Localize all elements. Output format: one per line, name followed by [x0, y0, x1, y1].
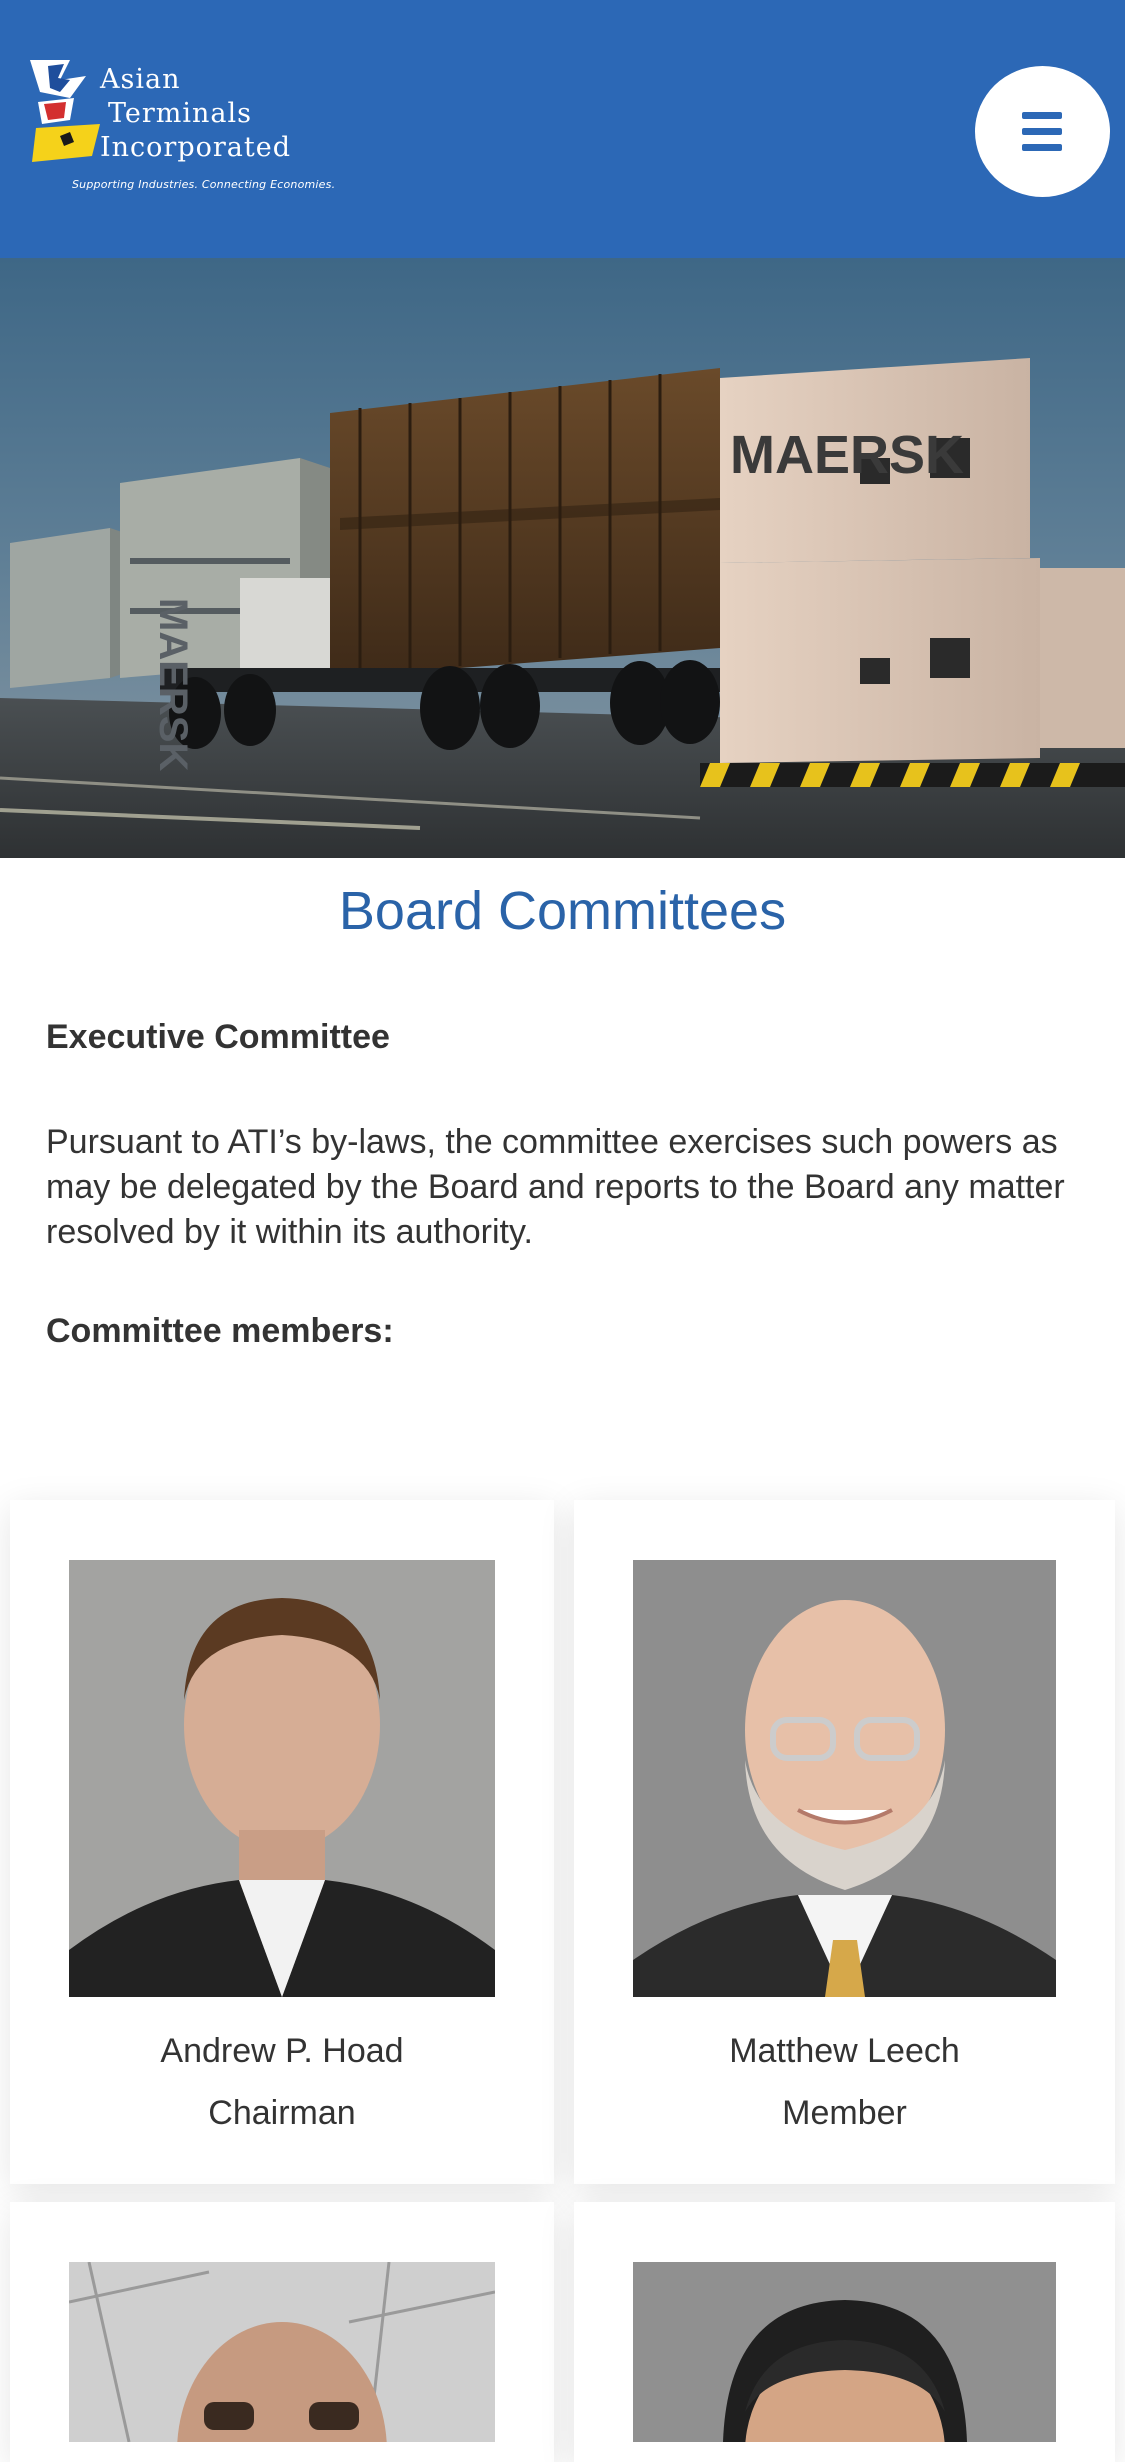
hero-container-text: MAERSK: [730, 425, 964, 485]
member-card: [10, 2202, 554, 2462]
hamburger-menu-icon: [1022, 112, 1062, 119]
members-heading: Committee members:: [46, 1312, 394, 1350]
member-role: Member: [782, 2094, 907, 2132]
menu-button[interactable]: [975, 66, 1110, 197]
logo-tagline: Supporting Industries. Connecting Econom…: [72, 178, 336, 191]
hero-image: MAERSK MAERSK: [0, 258, 1125, 858]
member-card: Andrew P. Hoad Chairman: [10, 1500, 554, 2184]
section-title: Executive Committee: [46, 1018, 390, 1056]
member-role: Chairman: [208, 2094, 356, 2132]
member-photo: [69, 2262, 495, 2442]
logo-text-line1: Asian: [100, 64, 181, 95]
flag-logo-icon: [30, 60, 100, 162]
site-header: Asian Terminals Incorporated Supporting …: [0, 0, 1125, 258]
member-photo: [633, 2262, 1056, 2442]
member-photo: [69, 1560, 495, 1997]
member-name: Andrew P. Hoad: [160, 2032, 404, 2070]
member-name: Matthew Leech: [729, 2032, 960, 2070]
member-card: [574, 2202, 1115, 2462]
page-title: Board Committees: [338, 881, 787, 941]
member-photo: [633, 1560, 1056, 1997]
hero-container-text: MAERSK: [151, 598, 195, 771]
logo-text-line2: Terminals: [108, 98, 253, 129]
hamburger-menu-icon: [1022, 128, 1062, 135]
hamburger-menu-icon: [1022, 144, 1062, 151]
company-logo[interactable]: Asian Terminals Incorporated Supporting …: [30, 58, 350, 198]
logo-text-line3: Incorporated: [100, 132, 291, 163]
member-card: Matthew Leech Member: [574, 1500, 1115, 2184]
section-description: Pursuant to ATI’s by-laws, the committee…: [46, 1123, 1065, 1251]
